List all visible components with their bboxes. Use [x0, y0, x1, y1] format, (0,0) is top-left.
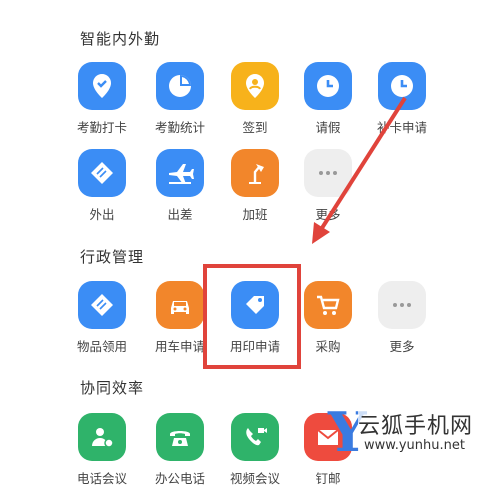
watermark: Y 云狐手机网 www.yunhu.net: [328, 402, 498, 462]
watermark-url: www.yunhu.net: [364, 438, 465, 453]
watermark-title: 云狐手机网: [358, 408, 474, 440]
